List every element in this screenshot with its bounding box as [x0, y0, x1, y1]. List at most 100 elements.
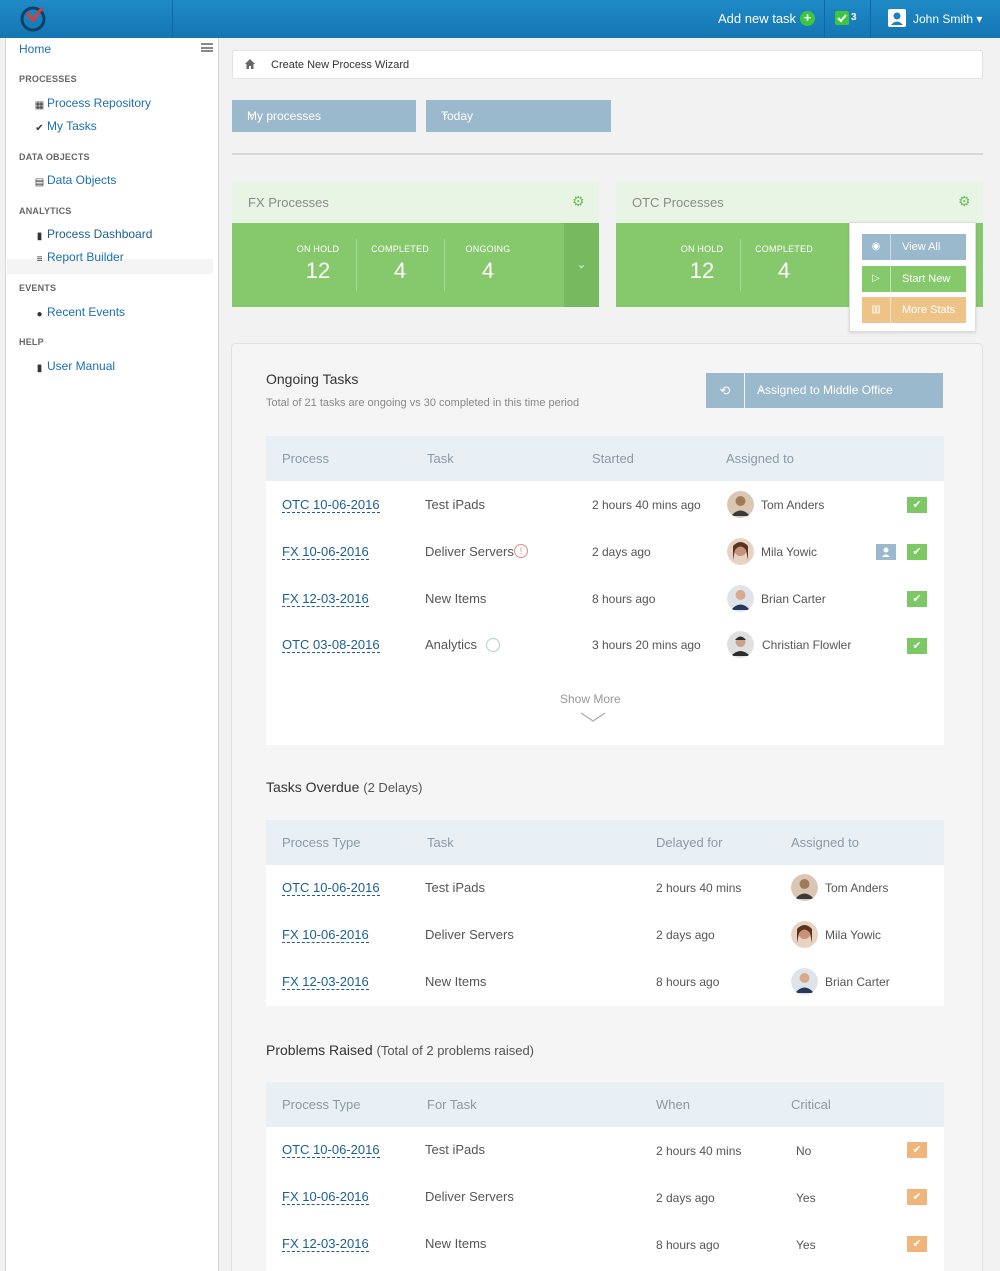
process-filter-select[interactable]: My processes ⌄ [232, 100, 416, 132]
column-header[interactable]: For Task [427, 1097, 477, 1112]
sidebar-item-label: Data Objects [47, 173, 117, 187]
divider [232, 153, 983, 155]
tasks-check-icon[interactable] [835, 11, 849, 25]
sidebar-section-data-objects: DATA OBJECTS [19, 152, 90, 162]
user-icon[interactable] [888, 9, 906, 27]
tasks-count-badge[interactable]: 3 [851, 12, 857, 23]
complete-check-button[interactable]: ✔ [907, 591, 927, 607]
more-stats-menu-item[interactable]: ▥ More Stats [862, 297, 966, 323]
chevron-down-icon: ⌄ [757, 383, 766, 394]
section-title-text: Tasks Overdue [266, 779, 360, 795]
stat-on-hold[interactable]: ON HOLD 12 [662, 244, 742, 284]
menu-toggle-icon[interactable] [201, 43, 213, 52]
column-header[interactable]: Assigned to [726, 451, 794, 466]
column-header[interactable]: Process [282, 451, 329, 466]
globe-icon: ● [36, 309, 43, 320]
card-header: OTC Processes ⚙ [616, 182, 983, 223]
breadcrumb-current[interactable]: Create New Process Wizard [271, 59, 409, 71]
complete-check-button[interactable]: ✔ [907, 544, 927, 560]
task-name: Test iPads [425, 1142, 485, 1157]
section-subtitle: (Total of 2 problems raised) [376, 1043, 535, 1058]
sidebar-item-report-builder[interactable]: ≡ Report Builder [34, 250, 124, 265]
assignee-name: Brian Carter [825, 975, 890, 989]
plus-icon[interactable]: + [800, 11, 815, 26]
stat-completed[interactable]: COMPLETED 4 [744, 244, 824, 284]
process-link[interactable]: FX 10-06-2016 [282, 1190, 369, 1205]
column-header[interactable]: Process Type [282, 835, 361, 850]
column-header[interactable]: Task [427, 835, 454, 850]
column-header[interactable]: Process Type [282, 1097, 361, 1112]
when-time: 2 hours 40 mins [656, 1144, 742, 1158]
sidebar-item-home[interactable]: Home [19, 42, 51, 56]
resolve-check-button[interactable]: ✔ [907, 1236, 927, 1252]
resolve-check-button[interactable]: ✔ [907, 1142, 927, 1158]
process-link[interactable]: FX 10-06-2016 [282, 545, 369, 560]
menu-item-label: View All [902, 241, 941, 253]
column-header[interactable]: When [656, 1097, 690, 1112]
table-header: Process Type Task Delayed for Assigned t… [266, 820, 944, 865]
user-name-label: John Smith [913, 12, 974, 26]
column-header[interactable]: Assigned to [791, 835, 859, 850]
table-row: FX 10-06-2016 Deliver Servers 2 days ago… [266, 912, 944, 959]
complete-check-button[interactable]: ✔ [907, 638, 927, 654]
list-icon: ≡ [36, 254, 43, 265]
gear-icon[interactable]: ⚙ [572, 194, 585, 208]
process-link[interactable]: OTC 03-08-2016 [282, 638, 380, 653]
assigned-filter-select[interactable]: Assigned to Middle Office ⌄ [745, 373, 943, 408]
gear-icon[interactable]: ⚙ [958, 194, 971, 208]
play-icon: ▷ [862, 266, 891, 292]
stat-label: COMPLETED [371, 244, 429, 254]
sidebar-item-data-objects[interactable]: ▤ Data Objects [34, 173, 117, 188]
sidebar-item-user-manual[interactable]: ▮ User Manual [34, 359, 115, 374]
logo-icon[interactable] [18, 4, 48, 34]
stat-completed[interactable]: COMPLETED 4 [360, 244, 440, 284]
top-bar: Add new task + 3 John Smith ▾ [0, 0, 1000, 38]
column-header[interactable]: Task [427, 451, 454, 466]
stat-value: 4 [393, 258, 407, 283]
complete-check-button[interactable]: ✔ [907, 497, 927, 513]
reassign-user-button[interactable] [876, 544, 896, 560]
process-link[interactable]: FX 12-03-2016 [282, 975, 369, 990]
stat-value: 12 [689, 258, 715, 283]
section-title-text: Problems Raised [266, 1042, 373, 1058]
sidebar-item-process-dashboard[interactable]: ▮ Process Dashboard [34, 227, 153, 242]
warning-icon: ! [514, 544, 528, 558]
column-header[interactable]: Started [592, 451, 634, 466]
process-link[interactable]: OTC 10-06-2016 [282, 881, 380, 896]
process-link[interactable]: OTC 10-06-2016 [282, 1143, 380, 1158]
divider [824, 0, 825, 38]
sidebar-item-label: Recent Events [47, 305, 126, 319]
add-task-button[interactable]: Add new task [718, 11, 796, 26]
expand-card-button[interactable]: ⌄ [564, 223, 599, 307]
started-time: 3 hours 20 mins ago [592, 638, 701, 652]
table-header: Process Task Started Assigned to [266, 436, 944, 481]
home-icon[interactable] [244, 58, 256, 70]
process-link[interactable]: FX 12-03-2016 [282, 1237, 369, 1252]
sidebar-item-my-tasks[interactable]: ✔ My Tasks [34, 119, 97, 134]
user-menu[interactable]: John Smith ▾ [913, 12, 982, 26]
chevron-down-icon[interactable] [580, 712, 606, 722]
sidebar-section-events: EVENTS [19, 283, 57, 293]
rocket-icon[interactable]: ⟲ [706, 373, 744, 408]
column-header[interactable]: Critical [791, 1097, 831, 1112]
avatar [791, 921, 818, 948]
resolve-check-button[interactable]: ✔ [907, 1189, 927, 1205]
sidebar-item-process-repository[interactable]: ▦ Process Repository [34, 96, 151, 111]
critical-flag: Yes [796, 1191, 816, 1205]
column-header[interactable]: Delayed for [656, 835, 722, 850]
process-link[interactable]: FX 10-06-2016 [282, 928, 369, 943]
logo-area [0, 0, 173, 38]
process-link[interactable]: OTC 10-06-2016 [282, 498, 380, 513]
view-all-menu-item[interactable]: ◉ View All [862, 234, 966, 260]
card-title: FX Processes [248, 195, 329, 210]
task-name: Deliver Servers [425, 927, 514, 942]
process-link[interactable]: FX 12-03-2016 [282, 592, 369, 607]
start-new-menu-item[interactable]: ▷ Start New [862, 266, 966, 292]
show-more-button[interactable]: Show More [560, 692, 621, 706]
stat-on-hold[interactable]: ON HOLD 12 [278, 244, 358, 284]
sidebar-item-recent-events[interactable]: ● Recent Events [34, 305, 125, 320]
period-filter-select[interactable]: Today ⌄ [426, 100, 611, 132]
ongoing-tasks-description: Total of 21 tasks are ongoing vs 30 comp… [266, 397, 580, 409]
stat-ongoing[interactable]: ONGOING 4 [448, 244, 528, 284]
card-actions-menu: ◉ View All ▷ Start New ▥ More Stats [849, 222, 976, 332]
